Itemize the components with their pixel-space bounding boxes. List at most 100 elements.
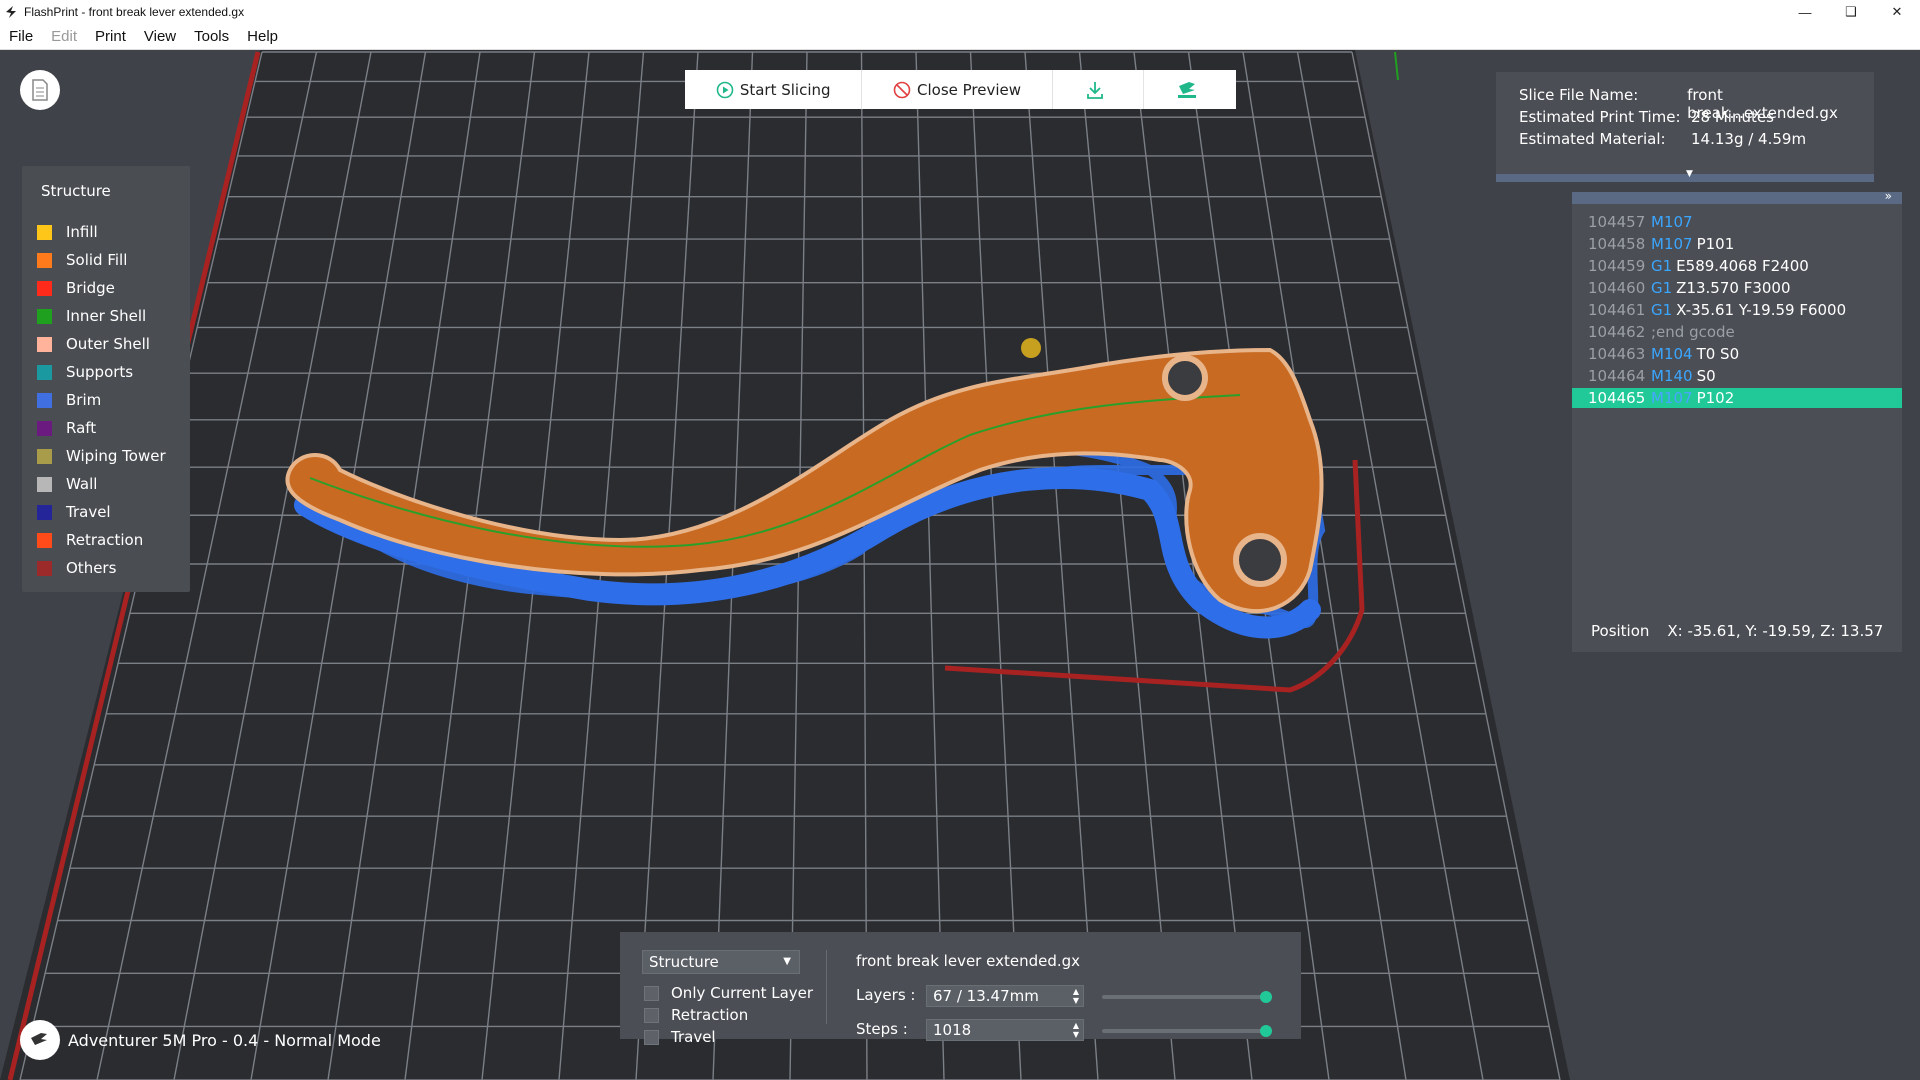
- layers-slider[interactable]: [1102, 995, 1272, 999]
- steps-spinbox[interactable]: 1018 ▲ ▼: [926, 1019, 1084, 1041]
- legend-label: Supports: [66, 363, 134, 381]
- gcode-command: M140: [1651, 367, 1693, 385]
- gcode-line-number: 104457: [1588, 213, 1646, 231]
- menu-edit[interactable]: Edit: [42, 28, 86, 45]
- gcode-args: S0: [1696, 367, 1716, 385]
- model-file-name: front break lever extended.gx: [856, 952, 1081, 970]
- legend-item: Retraction: [37, 529, 143, 551]
- gcode-command: M104: [1651, 345, 1693, 363]
- gcode-line[interactable]: 104461 G1 X-35.61 Y-19.59 F6000: [1572, 300, 1902, 320]
- gcode-args: X-35.61 Y-19.59 F6000: [1676, 301, 1847, 319]
- structure-legend: Structure Infill Solid Fill Bridge Inner Sh…: [22, 166, 190, 592]
- position-label: Position: [1591, 622, 1650, 640]
- gcode-command: G1: [1651, 257, 1673, 275]
- legend-item: Raft: [37, 417, 96, 439]
- close-button[interactable]: ✕: [1874, 0, 1920, 24]
- material-label: Estimated Material:: [1519, 130, 1666, 148]
- collapse-panel-icon[interactable]: »: [1885, 189, 1892, 203]
- legend-item: Others: [37, 557, 116, 579]
- close-preview-button[interactable]: Close Preview: [862, 70, 1053, 109]
- gcode-panel: » 104457 M107 104458 M107 P101 104459 G1 E589.4…: [1572, 189, 1902, 652]
- menu-print[interactable]: Print: [86, 28, 135, 45]
- pivot-hole-top: [1162, 355, 1208, 401]
- print-button[interactable]: [1144, 70, 1236, 109]
- layers-spinbox[interactable]: 67 / 13.47mm ▲ ▼: [926, 985, 1084, 1007]
- gcode-line[interactable]: 104464 M140 S0: [1572, 366, 1902, 386]
- gcode-line-number: 104465: [1588, 389, 1646, 407]
- travel-checkbox[interactable]: Travel: [644, 1028, 716, 1046]
- model-list-button[interactable]: [20, 70, 60, 110]
- gcode-line[interactable]: 104458 M107 P101: [1572, 234, 1902, 254]
- gcode-line-number: 104461: [1588, 301, 1646, 319]
- slice-info-panel: Slice File Name: front break...extended.…: [1496, 72, 1874, 182]
- position-readout: Position X: -35.61, Y: -19.59, Z: 13.57: [1591, 622, 1883, 640]
- steps-slider-handle[interactable]: [1260, 1025, 1272, 1037]
- gcode-line-number: 104460: [1588, 279, 1646, 297]
- gcode-panel-header[interactable]: »: [1572, 189, 1902, 204]
- layers-label: Layers :: [856, 986, 916, 1004]
- download-icon: [1087, 81, 1103, 99]
- legend-label: Wiping Tower: [66, 447, 166, 465]
- legend-item: Wiping Tower: [37, 445, 166, 467]
- menu-bar: File Edit Print View Tools Help: [0, 24, 1920, 50]
- legend-label: Infill: [66, 223, 98, 241]
- gcode-line-number: 104463: [1588, 345, 1646, 363]
- legend-label: Retraction: [66, 531, 144, 549]
- gcode-line[interactable]: 104460 G1 Z13.570 F3000: [1572, 278, 1902, 298]
- menu-view[interactable]: View: [135, 28, 185, 45]
- only-current-layer-checkbox[interactable]: Only Current Layer: [644, 984, 813, 1002]
- pivot-hole-bottom: [1233, 533, 1287, 587]
- document-icon: [32, 79, 48, 101]
- steps-slider[interactable]: [1102, 1029, 1272, 1033]
- gcode-line[interactable]: 104465 M107 P102: [1572, 388, 1902, 408]
- start-slicing-button[interactable]: Start Slicing: [685, 70, 863, 109]
- legend-item: Bridge: [37, 277, 115, 299]
- menu-help[interactable]: Help: [238, 28, 287, 45]
- legend-swatch: [37, 280, 52, 296]
- legend-swatch: [37, 504, 52, 520]
- dropdown-caret-icon: ▼: [783, 956, 791, 967]
- legend-swatch: [37, 364, 52, 380]
- checkbox-box: [644, 1029, 659, 1045]
- legend-item: Solid Fill: [37, 249, 127, 271]
- menu-file[interactable]: File: [0, 28, 42, 45]
- steps-label: Steps :: [856, 1020, 908, 1038]
- window-title: FlashPrint - front break lever extended.…: [24, 5, 245, 19]
- legend-swatch: [37, 252, 52, 268]
- gcode-command: M107: [1651, 213, 1693, 231]
- printer-connect-button[interactable]: [20, 1020, 60, 1060]
- restore-button[interactable]: ❑: [1828, 0, 1874, 24]
- gcode-line[interactable]: 104459 G1 E589.4068 F2400: [1572, 256, 1902, 276]
- spin-arrows-icon[interactable]: ▲ ▼: [1073, 987, 1079, 1005]
- legend-item: Outer Shell: [37, 333, 150, 355]
- printer-label: Adventurer 5M Pro - 0.4 - Normal Mode: [68, 1030, 381, 1050]
- legend-swatch: [37, 392, 52, 408]
- legend-swatch: [37, 448, 52, 464]
- retraction-checkbox[interactable]: Retraction: [644, 1006, 748, 1024]
- view-mode-select[interactable]: Structure ▼: [642, 950, 800, 974]
- legend-label: Solid Fill: [66, 251, 128, 269]
- gcode-command: G1: [1651, 279, 1673, 297]
- info-collapse-bar[interactable]: ▼: [1496, 169, 1874, 182]
- legend-swatch: [37, 476, 52, 492]
- gcode-line[interactable]: 104462 ;end gcode: [1572, 322, 1902, 342]
- legend-label: Travel: [66, 503, 111, 521]
- spin-arrows-icon[interactable]: ▲ ▼: [1073, 1021, 1079, 1039]
- layers-slider-handle[interactable]: [1260, 991, 1272, 1003]
- minimize-button[interactable]: —: [1782, 0, 1828, 24]
- gcode-line[interactable]: 104463 M104 T0 S0: [1572, 344, 1902, 364]
- gcode-command: M107: [1651, 235, 1693, 253]
- material-value: 14.13g / 4.59m: [1691, 130, 1807, 148]
- legend-item: Inner Shell: [37, 305, 146, 327]
- export-button[interactable]: [1053, 70, 1145, 109]
- printer-status: Adventurer 5M Pro - 0.4 - Normal Mode: [20, 1020, 381, 1060]
- legend-label: Inner Shell: [66, 307, 147, 325]
- printer-icon: [31, 1033, 47, 1045]
- legend-label: Outer Shell: [66, 335, 150, 353]
- gcode-line[interactable]: 104457 M107: [1572, 212, 1902, 232]
- axis-indicator: [1394, 51, 1399, 81]
- legend-swatch: [37, 308, 52, 324]
- legend-item: Supports: [37, 361, 133, 383]
- gcode-args: E589.4068 F2400: [1676, 257, 1809, 275]
- menu-tools[interactable]: Tools: [185, 28, 238, 45]
